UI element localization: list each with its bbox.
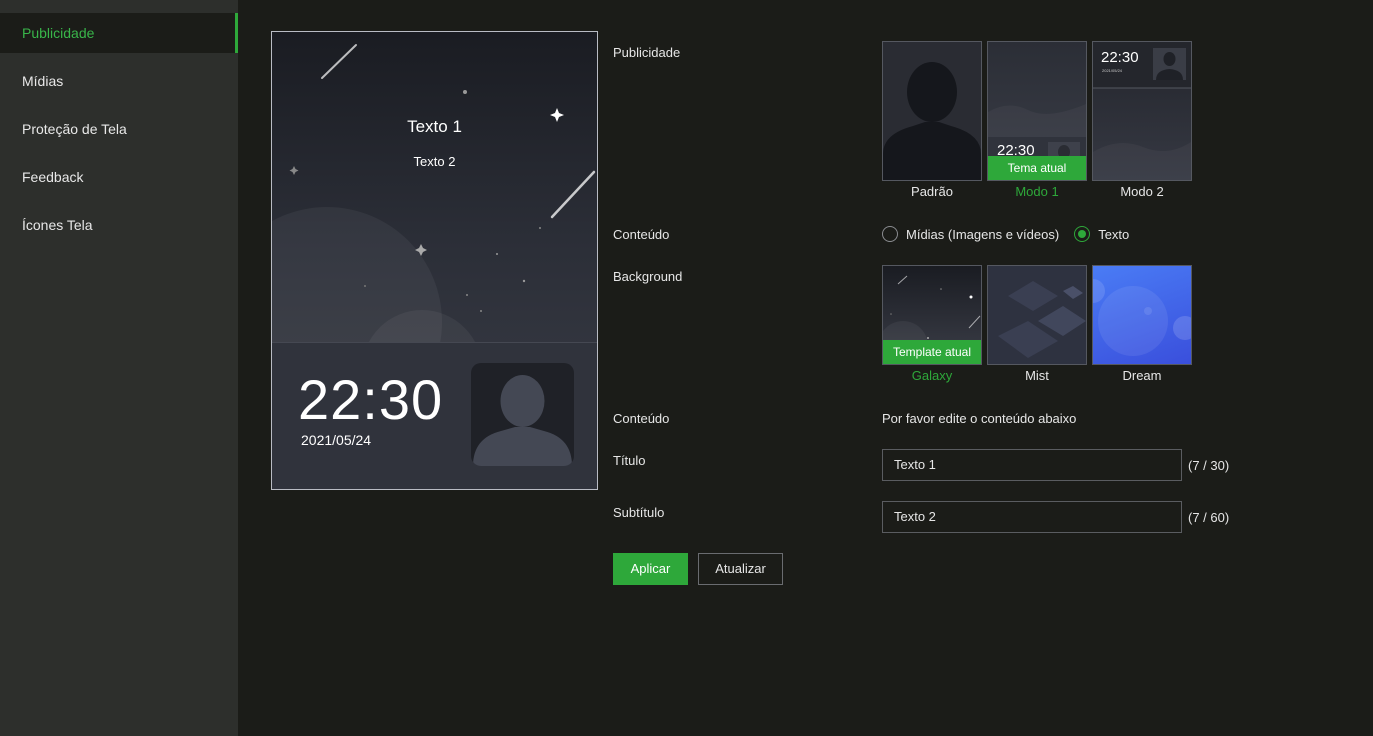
theme-modo-1[interactable]: 22:30 Tema atual: [987, 41, 1087, 181]
dream-thumbnail: [1093, 279, 1191, 356]
theme-modo-2-clock: 22:30: [1101, 49, 1139, 66]
sidebar-item-midias[interactable]: Mídias: [0, 61, 238, 101]
publicidade-label: Publicidade: [613, 45, 681, 60]
titulo-label: Título: [613, 453, 646, 468]
radio-midias-label[interactable]: Mídias (Imagens e vídeos): [906, 227, 1059, 242]
preview-clock-panel: 22:30 2021/05/24: [272, 342, 597, 489]
theme-modo-2[interactable]: 22:30 2021/05/24: [1092, 41, 1192, 181]
subtitulo-label: Subtítulo: [613, 505, 665, 520]
conteudo-label: Conteúdo: [613, 227, 670, 242]
template-current-badge: Template atual: [883, 340, 981, 364]
refresh-button[interactable]: Atualizar: [698, 553, 783, 585]
subtitulo-char-count: (7 / 60): [1188, 510, 1230, 525]
background-dream-label: Dream: [1122, 368, 1162, 383]
sidebar: Publicidade Mídias Proteção de Tela Feed…: [0, 0, 238, 736]
conteudo-edit-label: Conteúdo: [613, 411, 670, 426]
theme-modo-1-label: Modo 1: [1015, 184, 1059, 199]
avatar-icon: [883, 62, 981, 180]
galaxy-stars-decoration: [289, 44, 596, 312]
avatar-icon: [471, 363, 574, 466]
subtitulo-input[interactable]: Texto 2: [882, 501, 1182, 533]
titulo-input[interactable]: Texto 1: [882, 449, 1182, 481]
radio-texto[interactable]: [1074, 226, 1091, 242]
preview-clock: 22:30: [298, 368, 444, 431]
background-galaxy[interactable]: Template atual: [882, 265, 982, 365]
theme-padrao-label: Padrão: [911, 184, 953, 199]
sidebar-item-protecao-de-tela[interactable]: Proteção de Tela: [0, 109, 238, 149]
sidebar-item-icones-tela[interactable]: Ícones Tela: [0, 205, 238, 245]
background-mist[interactable]: [987, 265, 1087, 365]
background-mist-label: Mist: [1025, 368, 1049, 383]
theme-current-badge: Tema atual: [988, 156, 1086, 180]
radio-texto-label[interactable]: Texto: [1098, 227, 1129, 242]
sidebar-item-feedback[interactable]: Feedback: [0, 157, 238, 197]
preview-title: Texto 1: [407, 117, 462, 136]
titulo-char-count: (7 / 30): [1188, 458, 1230, 473]
mist-thumbnail: [998, 281, 1086, 358]
radio-midias[interactable]: [882, 226, 898, 242]
background-dream[interactable]: [1092, 265, 1192, 365]
background-label: Background: [613, 269, 683, 284]
theme-modo-2-date: 2021/05/24: [1102, 68, 1123, 73]
device-preview: Texto 1 Texto 2 22:30 2021/05/24: [271, 31, 598, 490]
theme-modo-2-label: Modo 2: [1120, 184, 1164, 199]
content-edit-hint: Por favor edite o conteúdo abaixo: [882, 411, 1077, 426]
theme-padrao[interactable]: [882, 41, 982, 181]
preview-date: 2021/05/24: [301, 432, 372, 448]
preview-subtitle: Texto 2: [413, 154, 456, 169]
content-type-radio-group: Mídias (Imagens e vídeos) Texto: [882, 226, 1129, 242]
background-galaxy-label: Galaxy: [911, 368, 953, 383]
sidebar-item-publicidade[interactable]: Publicidade: [0, 13, 238, 53]
apply-button[interactable]: Aplicar: [613, 553, 688, 585]
